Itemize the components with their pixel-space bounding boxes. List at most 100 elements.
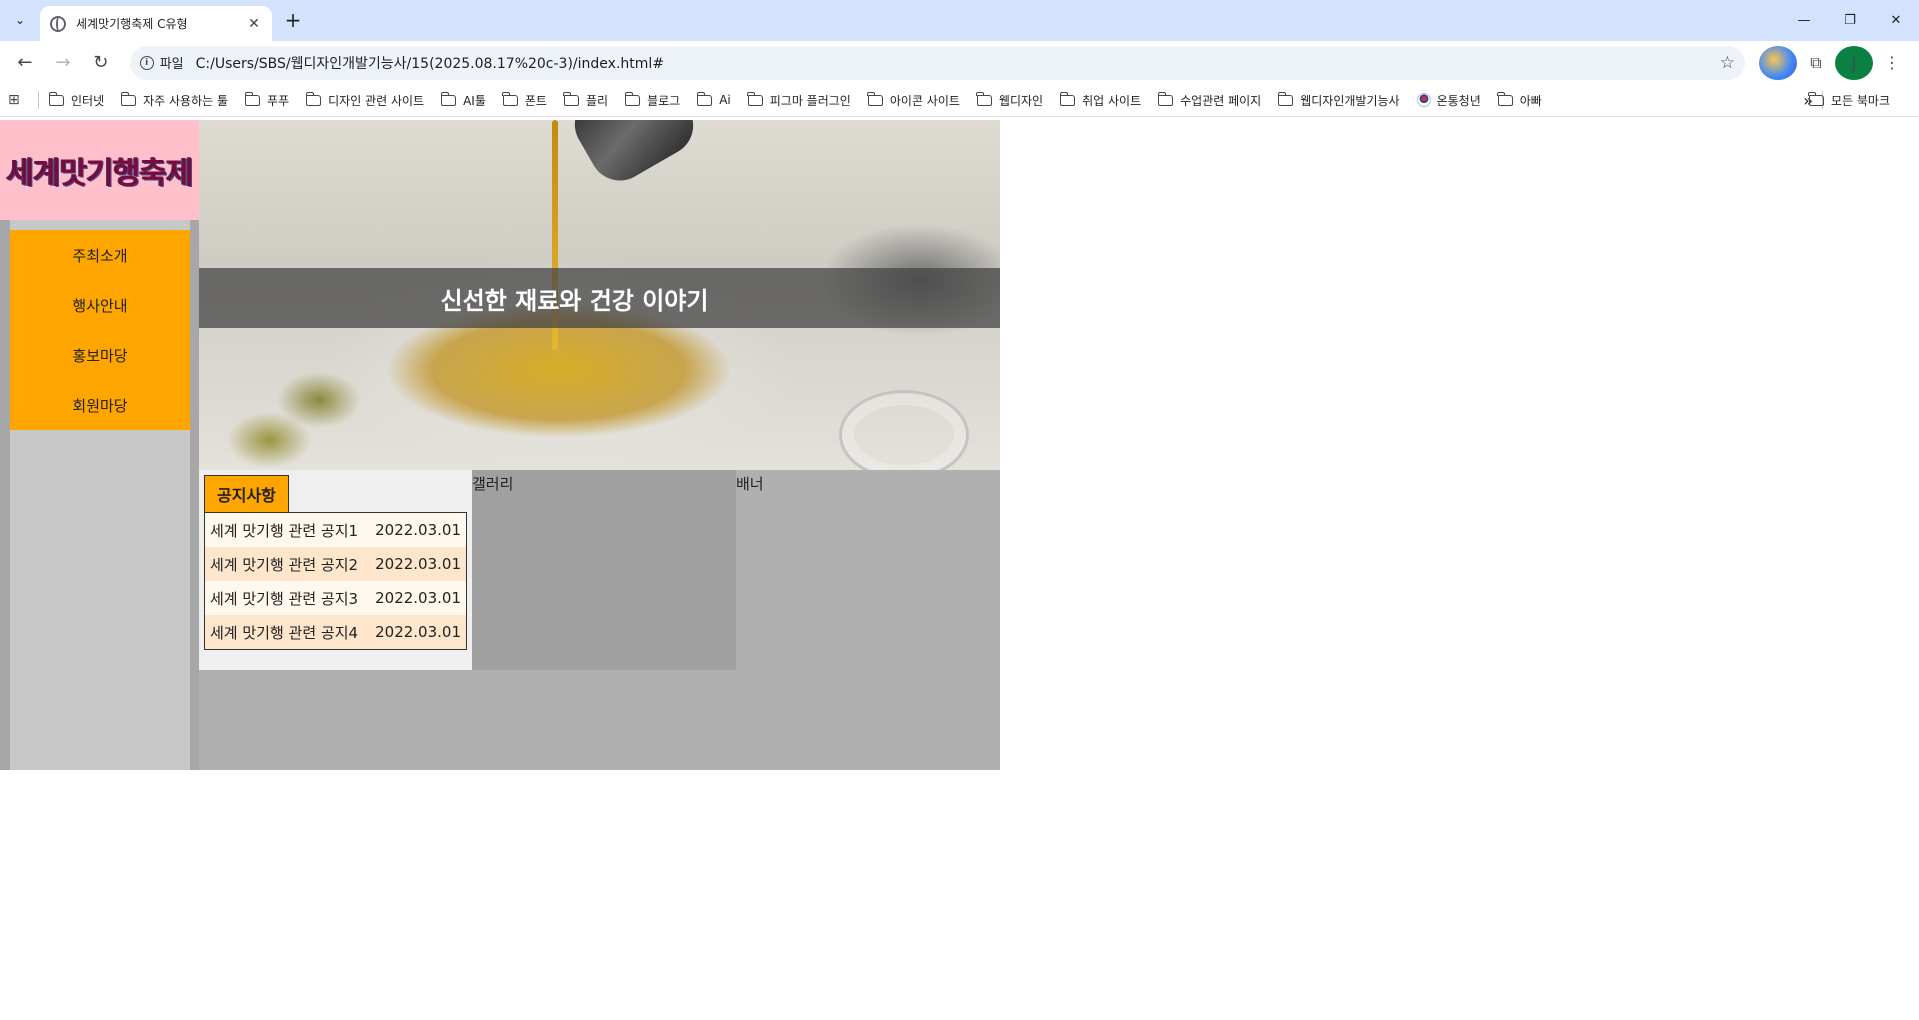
page-viewport: 세계맛기행축제 주최소개 행사안내 홍보마당 회원마당 신선한 재료와 건강 이… <box>0 117 1919 1020</box>
sidebar: 세계맛기행축제 주최소개 행사안내 홍보마당 회원마당 <box>0 120 199 770</box>
apps-grid-icon[interactable]: ⊞ <box>8 92 28 108</box>
bookmark-item[interactable]: 취업 사이트 <box>1059 91 1141 109</box>
site-info-icon[interactable]: i <box>139 55 154 70</box>
folder-icon <box>1059 91 1076 106</box>
folder-icon <box>440 91 457 106</box>
back-arrow-icon[interactable]: ← <box>8 46 42 80</box>
bookmark-item[interactable]: 블로그 <box>624 91 680 109</box>
bookmark-item[interactable]: AI툴 <box>440 91 486 109</box>
notice-date: 2022.03.01 <box>375 555 461 573</box>
globe-icon <box>50 15 66 32</box>
new-tab-icon[interactable]: + <box>282 9 304 31</box>
hero-caption: 신선한 재료와 건강 이야기 <box>440 286 709 315</box>
bookmark-item[interactable]: 수업관련 페이지 <box>1157 91 1261 109</box>
notice-section: 공지사항 세계 맛기행 관련 공지1 2022.03.01 세계 맛기행 관련 … <box>199 470 472 670</box>
bookmark-item[interactable]: 폰트 <box>502 91 547 109</box>
notice-title[interactable]: 세계 맛기행 관련 공지1 <box>210 520 358 541</box>
banner-label: 배너 <box>736 475 764 493</box>
folder-icon <box>1157 91 1174 106</box>
folder-icon <box>747 91 763 106</box>
olive-oil-bottle-image <box>563 120 705 192</box>
window-controls: — ❐ ✕ <box>1781 0 1919 40</box>
main-area: 신선한 재료와 건강 이야기 공지사항 세계 맛기행 관련 공지1 2022.0… <box>199 120 1000 770</box>
site-logo[interactable]: 세계맛기행축제 <box>0 120 199 220</box>
address-bar[interactable]: i 파일 C:/Users/SBS/웹디자인개발기능사/15(2025.08.1… <box>129 45 1746 80</box>
site-wrapper: 세계맛기행축제 주최소개 행사안내 홍보마당 회원마당 신선한 재료와 건강 이… <box>0 120 1000 770</box>
bookmark-star-icon[interactable]: ☆ <box>1720 53 1735 73</box>
notice-date: 2022.03.01 <box>375 521 461 539</box>
browser-tab-active[interactable]: 세계맛기행축제 C유형 ✕ <box>40 6 272 41</box>
notice-row[interactable]: 세계 맛기행 관련 공지2 2022.03.01 <box>205 547 466 581</box>
bookmark-item[interactable]: 웹디자인 <box>976 91 1043 109</box>
tab-title: 세계맛기행축제 C유형 <box>76 17 188 31</box>
minimize-icon[interactable]: — <box>1781 0 1827 40</box>
extensions-puzzle-icon[interactable]: ⧉ <box>1797 46 1835 80</box>
url-text[interactable]: C:/Users/SBS/웹디자인개발기능사/15(2025.08.17%20c… <box>196 53 1720 73</box>
folder-icon <box>976 91 992 106</box>
folder-icon <box>305 91 322 106</box>
notice-date: 2022.03.01 <box>375 623 461 641</box>
folder-icon <box>48 91 64 106</box>
folder-icon <box>1277 91 1294 106</box>
notice-date: 2022.03.01 <box>375 589 461 607</box>
nav-area: 주최소개 행사안내 홍보마당 회원마당 <box>10 220 190 770</box>
menu-item-members[interactable]: 회원마당 <box>10 380 190 430</box>
notice-row[interactable]: 세계 맛기행 관련 공지4 2022.03.01 <box>205 615 466 649</box>
notice-title[interactable]: 세계 맛기행 관련 공지3 <box>210 588 358 609</box>
bookmark-item[interactable]: 플리 <box>563 91 608 109</box>
bookmark-item[interactable]: 아이콘 사이트 <box>867 91 960 109</box>
menu-item-event-info[interactable]: 행사안내 <box>10 280 190 330</box>
menu-item-promotion[interactable]: 홍보마당 <box>10 330 190 380</box>
menu-item-organizer[interactable]: 주최소개 <box>10 230 190 280</box>
main-menu: 주최소개 행사안내 홍보마당 회원마당 <box>10 230 190 430</box>
all-bookmarks-item[interactable]: 모든 북마크 <box>1808 91 1890 109</box>
extension-icon[interactable] <box>1759 45 1798 80</box>
logo-text: 세계맛기행축제 <box>6 156 193 191</box>
bookmark-item[interactable]: 자주 사용하는 툴 <box>120 91 228 109</box>
notice-row[interactable]: 세계 맛기행 관련 공지1 2022.03.01 <box>205 513 466 547</box>
bookmarks-divider <box>38 91 39 109</box>
toolbar-right-actions: ⧉ j ⋮ <box>1759 45 1911 80</box>
gallery-section: 갤러리 <box>472 470 736 670</box>
reload-icon[interactable]: ↻ <box>84 46 118 80</box>
korea-flag-icon <box>1416 93 1431 107</box>
gallery-label: 갤러리 <box>472 475 514 493</box>
folder-icon <box>867 91 883 106</box>
notice-row[interactable]: 세계 맛기행 관련 공지3 2022.03.01 <box>205 581 466 615</box>
folder-icon <box>1497 91 1513 106</box>
bookmarks-bar: ⊞ 인터넷 자주 사용하는 툴 푸푸 디자인 관련 사이트 AI툴 폰트 플리 … <box>0 84 1919 117</box>
notice-title[interactable]: 세계 맛기행 관련 공지2 <box>210 554 358 575</box>
restore-icon[interactable]: ❐ <box>1827 0 1873 40</box>
tab-search-chevron-icon[interactable]: ⌄ <box>8 8 32 32</box>
bookmark-item[interactable]: 피그마 플러그인 <box>747 91 851 109</box>
notice-list: 세계 맛기행 관련 공지1 2022.03.01 세계 맛기행 관련 공지2 2… <box>204 512 467 650</box>
notice-tab[interactable]: 공지사항 <box>204 475 289 512</box>
whisk-image <box>839 390 969 470</box>
bookmark-item[interactable]: 디자인 관련 사이트 <box>305 91 424 109</box>
bookmark-item[interactable]: 아빠 <box>1497 91 1542 109</box>
folder-icon <box>120 91 137 106</box>
folder-icon <box>502 91 518 106</box>
url-scheme-label: 파일 <box>159 57 184 72</box>
browser-toolbar: ← → ↻ i 파일 C:/Users/SBS/웹디자인개발기능사/15(202… <box>0 41 1919 84</box>
folder-icon <box>1808 91 1824 106</box>
folder-icon <box>624 91 641 106</box>
banner-section[interactable]: 배너 <box>736 470 1000 670</box>
hero-caption-band: 신선한 재료와 건강 이야기 <box>199 268 1000 328</box>
bookmark-item[interactable]: Ai <box>696 91 731 107</box>
notice-title[interactable]: 세계 맛기행 관련 공지4 <box>210 622 358 643</box>
content-row: 공지사항 세계 맛기행 관련 공지1 2022.03.01 세계 맛기행 관련 … <box>199 470 1000 670</box>
folder-icon <box>244 91 261 106</box>
browser-tab-strip: ⌄ 세계맛기행축제 C유형 ✕ + — ❐ ✕ <box>0 0 1919 41</box>
forward-arrow-icon[interactable]: → <box>46 46 80 80</box>
bookmark-item[interactable]: 온통청년 <box>1416 92 1481 109</box>
window-close-icon[interactable]: ✕ <box>1873 0 1919 40</box>
folder-icon <box>696 91 713 106</box>
tab-close-icon[interactable]: ✕ <box>246 16 262 32</box>
hero-slide: 신선한 재료와 건강 이야기 <box>199 120 1000 470</box>
bookmark-item[interactable]: 웹디자인개발기능사 <box>1277 91 1400 109</box>
bookmark-item[interactable]: 푸푸 <box>244 91 289 109</box>
profile-avatar[interactable]: j <box>1835 45 1874 80</box>
bookmark-item[interactable]: 인터넷 <box>48 91 104 109</box>
menu-dots-icon[interactable]: ⋮ <box>1873 46 1911 80</box>
